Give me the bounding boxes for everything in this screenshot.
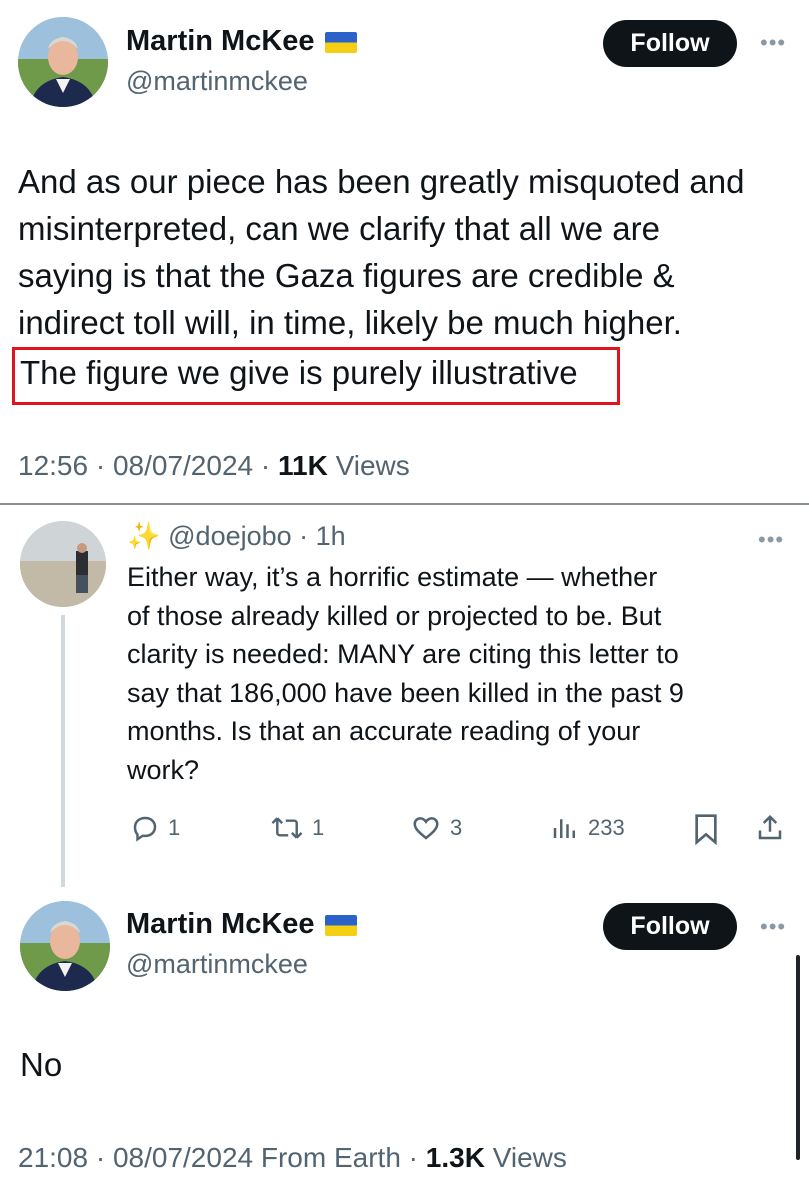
- reply-text-line: say that 186,000 have been killed in the…: [127, 677, 684, 708]
- bookmark-icon[interactable]: [692, 813, 720, 850]
- reply-text: Either way, it’s a horrific estimate — w…: [127, 558, 797, 789]
- more-icon[interactable]: •••: [758, 527, 784, 553]
- comment-icon: [133, 816, 157, 842]
- views-label: Views: [484, 1142, 567, 1173]
- timestamp[interactable]: 21:08 · 08/07/2024 From Earth ·: [18, 1142, 426, 1173]
- author-name[interactable]: Martin McKee: [126, 25, 315, 57]
- author-handle[interactable]: @martinmckee: [126, 949, 308, 980]
- reply-count: 1: [168, 815, 181, 840]
- tweet-text: No: [20, 1046, 63, 1083]
- views-count: 233: [588, 815, 625, 840]
- author-handle[interactable]: @martinmckee: [126, 66, 308, 97]
- views-chart-icon: [553, 819, 575, 838]
- reply-age: · 1h: [299, 521, 346, 551]
- more-icon[interactable]: •••: [760, 30, 786, 56]
- reply-text-line: work?: [127, 754, 200, 785]
- tweet-meta: 21:08 · 08/07/2024 From Earth · 1.3K Vie…: [18, 1142, 567, 1174]
- author-avatar[interactable]: [20, 901, 110, 991]
- avatar-photo: [18, 17, 108, 107]
- follow-button[interactable]: Follow: [603, 20, 737, 67]
- tweet-text-line: And as our piece has been greatly misquo…: [18, 163, 745, 200]
- tweet-text: And as our piece has been greatly misquo…: [18, 158, 798, 346]
- thread-line: [61, 615, 65, 887]
- tweet-text-line: indirect toll will, in time, likely be m…: [18, 304, 682, 341]
- repost-icon: [271, 817, 303, 839]
- sparkle-icon: ✨: [127, 521, 161, 551]
- repost-count: 1: [312, 815, 325, 840]
- views-count: 11K: [277, 450, 328, 481]
- more-icon[interactable]: •••: [760, 914, 786, 940]
- reply-avatar-photo: [20, 521, 106, 607]
- reply-handle[interactable]: @doejobo: [168, 521, 292, 551]
- highlighted-line: The figure we give is purely illustrativ…: [20, 354, 578, 391]
- reply-button[interactable]: 1: [130, 813, 180, 843]
- timestamp[interactable]: 12:56 · 08/07/2024 ·: [18, 450, 278, 481]
- views-button[interactable]: 233: [550, 813, 625, 843]
- tweet-meta: 12:56 · 08/07/2024 · 11K Views: [18, 450, 410, 482]
- repost-button[interactable]: 1: [270, 813, 324, 843]
- ukraine-flag-icon: [324, 32, 357, 54]
- share-icon[interactable]: [755, 813, 785, 848]
- reply-avatar[interactable]: [20, 521, 106, 607]
- ukraine-flag-icon: [324, 915, 357, 937]
- like-button[interactable]: 3: [410, 813, 462, 843]
- author-name[interactable]: Martin McKee: [126, 908, 315, 940]
- tweet-text-line: misinterpreted, can we clarify that all …: [18, 210, 660, 247]
- views-count: 1.3K: [425, 1142, 485, 1173]
- tweet-text-line: saying is that the Gaza figures are cred…: [18, 257, 675, 294]
- reply-text-line: Either way, it’s a horrific estimate — w…: [127, 562, 658, 592]
- reply-text-line: clarity is needed: MANY are citing this …: [127, 639, 679, 669]
- divider: [0, 503, 809, 505]
- reply-text-line: months. Is that an accurate reading of y…: [127, 716, 641, 746]
- author-avatar[interactable]: [18, 17, 108, 107]
- follow-button[interactable]: Follow: [603, 903, 737, 950]
- scrollbar[interactable]: [796, 955, 800, 1160]
- heart-icon: [413, 817, 439, 840]
- reply-text-line: of those already killed or projected to …: [127, 600, 662, 631]
- views-label: Views: [327, 450, 410, 481]
- like-count: 3: [450, 815, 463, 840]
- avatar-photo: [20, 901, 110, 991]
